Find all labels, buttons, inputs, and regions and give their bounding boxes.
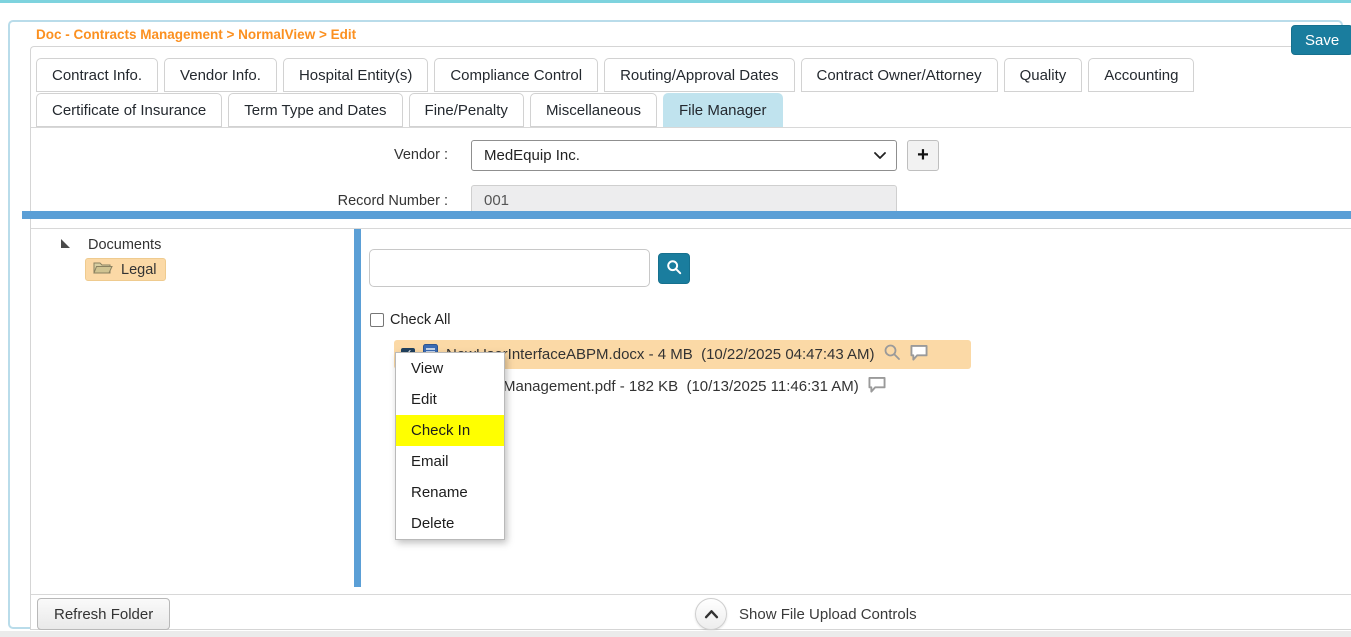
footer-divider <box>31 594 1351 595</box>
file-search-input[interactable] <box>369 249 650 287</box>
tab-accounting[interactable]: Accounting <box>1088 58 1194 92</box>
app-window: Doc - Contracts Management > NormalView … <box>0 0 1351 637</box>
tab-contract-owner-attorney[interactable]: Contract Owner/Attorney <box>801 58 998 92</box>
tree-root-documents[interactable]: Documents <box>88 237 161 253</box>
chevron-down-icon <box>874 147 886 164</box>
file-preview-icon[interactable] <box>883 343 901 366</box>
tab-row-1: Contract Info. Vendor Info. Hospital Ent… <box>36 58 1194 92</box>
save-button[interactable]: Save <box>1291 25 1351 55</box>
menu-item-delete[interactable]: Delete <box>396 508 504 539</box>
tabstrip-divider <box>31 127 1351 128</box>
menu-item-view[interactable]: View <box>396 353 504 384</box>
open-folder-icon <box>93 260 113 280</box>
content-container: Contract Info. Vendor Info. Hospital Ent… <box>30 46 1351 630</box>
chevron-up-icon <box>704 607 719 622</box>
record-number-label: Record Number : <box>268 193 448 209</box>
upload-controls-label: Show File Upload Controls <box>739 606 917 623</box>
file-pdf-text: Management.pdf - 182 KB (10/13/2025 11:4… <box>503 378 859 395</box>
tab-vendor-info[interactable]: Vendor Info. <box>164 58 277 92</box>
file-comment-icon[interactable] <box>867 376 887 398</box>
check-all-checkbox[interactable] <box>370 313 384 327</box>
check-all-control[interactable]: Check All <box>370 312 450 328</box>
tab-term-type-and-dates[interactable]: Term Type and Dates <box>228 93 402 127</box>
tab-compliance-control[interactable]: Compliance Control <box>434 58 598 92</box>
file-comment-icon[interactable] <box>909 344 929 366</box>
top-accent-line <box>0 0 1351 3</box>
vendor-selected-value: MedEquip Inc. <box>484 147 580 164</box>
tab-contract-info[interactable]: Contract Info. <box>36 58 158 92</box>
vendor-select[interactable]: MedEquip Inc. <box>471 140 897 171</box>
tab-fine-penalty[interactable]: Fine/Penalty <box>409 93 524 127</box>
tab-quality[interactable]: Quality <box>1004 58 1083 92</box>
check-all-label: Check All <box>390 312 450 328</box>
menu-item-email[interactable]: Email <box>396 446 504 477</box>
tree-expander-icon[interactable] <box>61 239 70 248</box>
panels-top-border <box>31 228 1351 229</box>
menu-item-rename[interactable]: Rename <box>396 477 504 508</box>
refresh-folder-button[interactable]: Refresh Folder <box>37 598 170 630</box>
bottom-strip <box>0 631 1351 637</box>
menu-item-check-in[interactable]: Check In <box>396 415 504 446</box>
breadcrumb: Doc - Contracts Management > NormalView … <box>36 27 356 42</box>
add-vendor-button[interactable]: + <box>907 140 939 171</box>
upload-controls-toggle-button[interactable] <box>695 598 727 630</box>
tab-row-2: Certificate of Insurance Term Type and D… <box>36 93 783 127</box>
file-context-menu: View Edit Check In Email Rename Delete <box>395 352 505 540</box>
tab-file-manager[interactable]: File Manager <box>663 93 783 127</box>
search-icon <box>666 259 682 278</box>
file-docx-text: NewUserInterfaceABPM.docx - 4 MB (10/22/… <box>446 346 875 363</box>
vertical-splitter[interactable] <box>354 229 361 587</box>
menu-item-edit[interactable]: Edit <box>396 384 504 415</box>
tree-node-legal-label: Legal <box>121 262 156 278</box>
tab-hospital-entitys[interactable]: Hospital Entity(s) <box>283 58 428 92</box>
horizontal-splitter[interactable] <box>22 211 1351 219</box>
tree-node-legal[interactable]: Legal <box>85 258 166 281</box>
search-button[interactable] <box>658 253 690 284</box>
vendor-label: Vendor : <box>268 147 448 163</box>
tab-routing-approval-dates[interactable]: Routing/Approval Dates <box>604 58 794 92</box>
tab-certificate-of-insurance[interactable]: Certificate of Insurance <box>36 93 222 127</box>
tab-miscellaneous[interactable]: Miscellaneous <box>530 93 657 127</box>
